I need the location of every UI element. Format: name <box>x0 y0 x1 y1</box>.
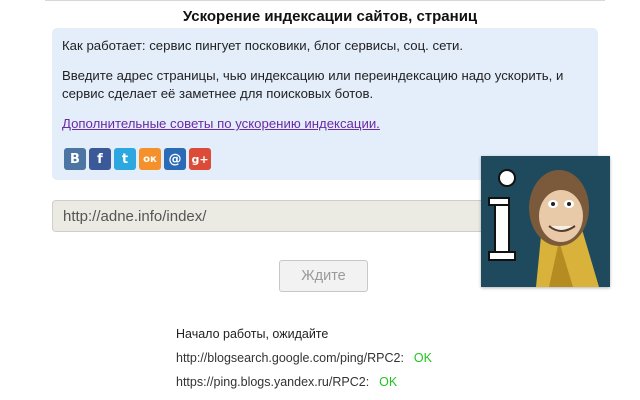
facebook-icon-glyph: f <box>97 151 103 167</box>
twitter-icon[interactable]: t <box>114 148 136 170</box>
googleplus-icon[interactable]: g+ <box>189 148 211 170</box>
log-entry: https://ping.blogs.yandex.ru/RPC2: OK <box>176 374 432 398</box>
wait-button[interactable]: Ждите <box>279 260 368 292</box>
log-entry-result: OK <box>379 375 398 389</box>
log-entry-url: https://ping.blogs.yandex.ru/RPC2: <box>176 375 370 389</box>
odnoklassniki-icon-glyph: ок <box>143 153 157 165</box>
log-entry-url: http://blogsearch.google.com/ping/RPC2: <box>176 351 404 365</box>
tips-link[interactable]: Дополнительные советы по ускорению индек… <box>62 116 380 131</box>
monkey-avatar-image <box>481 156 610 287</box>
info-how-it-works: Как работает: сервис пингует посковики, … <box>62 38 464 53</box>
social-share-bar: В f t ок @ g+ <box>64 148 211 170</box>
mail-icon-glyph: @ <box>168 151 182 167</box>
log-entry: http://blogsearch.google.com/ping/RPC2: O… <box>176 350 432 374</box>
monkey-avatar-illustration <box>481 156 610 287</box>
url-input[interactable] <box>52 200 492 232</box>
log-status: Начало работы, ожидайте <box>176 327 329 341</box>
top-divider <box>45 0 605 1</box>
log-entry-result: OK <box>413 351 432 365</box>
ping-log: Начало работы, ожидайте http://blogsearc… <box>176 326 432 398</box>
googleplus-icon-glyph: g+ <box>191 152 209 166</box>
odnoklassniki-icon[interactable]: ок <box>139 148 161 170</box>
info-instructions: Введите адрес страницы, чью индексацию и… <box>62 68 564 101</box>
twitter-icon-glyph: t <box>121 151 129 167</box>
vk-icon[interactable]: В <box>64 148 86 170</box>
facebook-icon[interactable]: f <box>89 148 111 170</box>
page-title: Ускорение индексации сайтов, страниц <box>182 8 478 25</box>
vk-icon-glyph: В <box>70 151 80 167</box>
mail-icon[interactable]: @ <box>164 148 186 170</box>
